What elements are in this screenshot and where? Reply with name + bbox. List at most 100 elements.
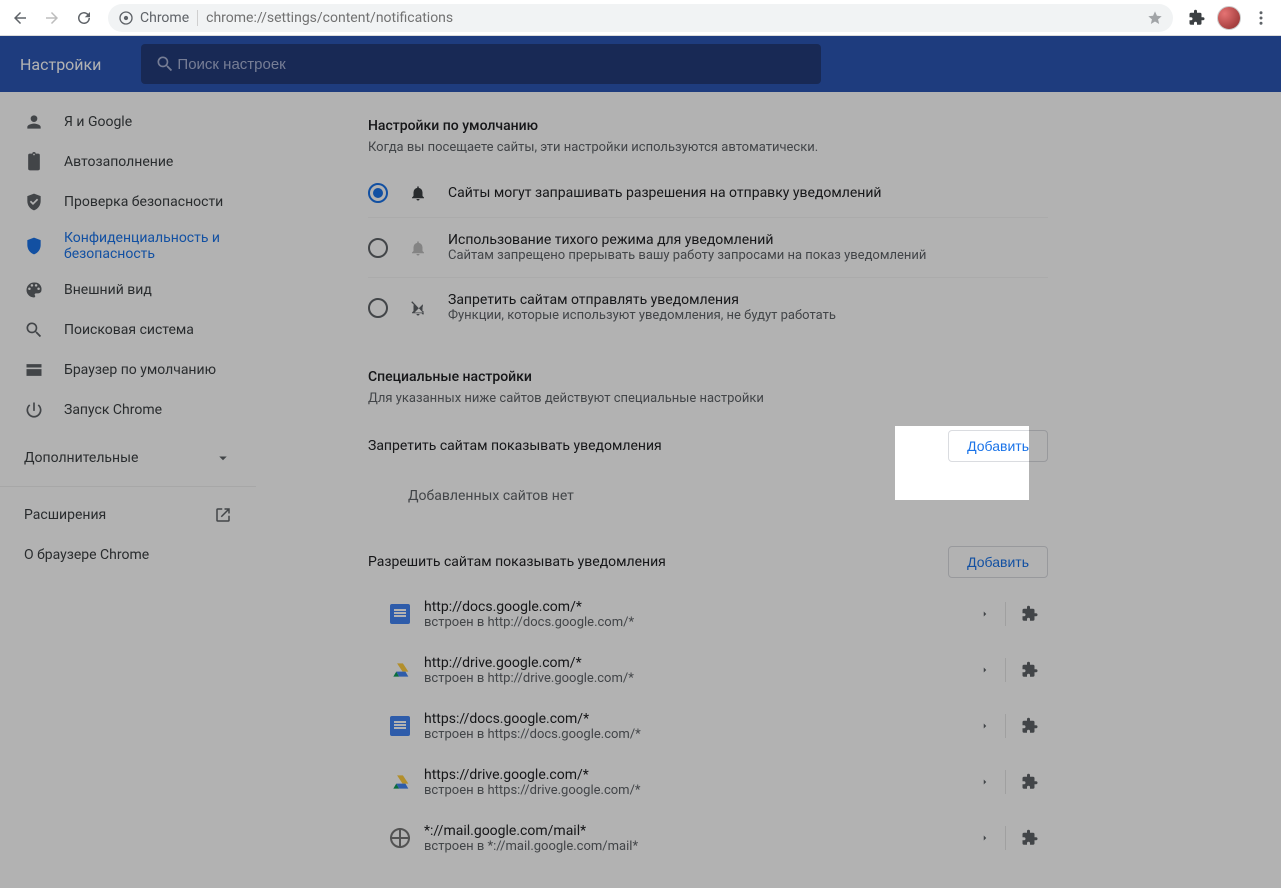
sidebar-extensions-label: Расширения [24, 507, 106, 523]
search-icon [155, 54, 175, 74]
search-icon [24, 320, 44, 340]
sidebar-item-label: Браузер по умолчанию [64, 362, 216, 378]
site-details-button[interactable] [967, 820, 1003, 856]
site-url: *://mail.google.com/mail* [424, 823, 953, 839]
drive-favicon [390, 772, 410, 792]
sidebar-item-label: Я и Google [64, 114, 132, 130]
site-row: https://docs.google.com/*встроен в https… [368, 698, 1048, 754]
radio-sublabel: Функции, которые используют уведомления,… [448, 308, 836, 323]
radio-label: Сайты могут запрашивать разрешения на от… [448, 185, 881, 201]
allow-list-header: Разрешить сайтам показывать уведомления … [368, 546, 1048, 578]
site-chip: Chrome [118, 10, 189, 26]
site-embedded: встроен в http://drive.google.com/* [424, 671, 953, 686]
sidebar-item-label: Запуск Chrome [64, 402, 162, 418]
site-extension-icon[interactable] [1012, 596, 1048, 632]
sidebar-item-appearance[interactable]: Внешний вид [0, 270, 256, 310]
sidebar-item-safety-check[interactable]: Проверка безопасности [0, 182, 256, 222]
site-row: *://mail.google.com/mail*встроен в *://m… [368, 810, 1048, 866]
sidebar-item-privacy-security[interactable]: Конфиденциальность и безопасность [0, 222, 256, 270]
settings-search[interactable] [141, 44, 821, 84]
block-list-empty: Добавленных сайтов нет [368, 470, 1048, 522]
settings-sidebar: Я и Google Автозаполнение Проверка безоп… [0, 92, 256, 888]
sidebar-extensions-link[interactable]: Расширения [0, 495, 256, 535]
sidebar-about-label: О браузере Chrome [24, 547, 149, 563]
site-extension-icon[interactable] [1012, 652, 1048, 688]
browser-toolbar: Chrome chrome://settings/content/notific… [0, 0, 1281, 36]
profile-avatar[interactable] [1215, 4, 1243, 32]
sidebar-advanced-toggle[interactable]: Дополнительные [0, 438, 256, 478]
bell-off-icon [408, 299, 428, 317]
radio-indicator [368, 238, 388, 258]
custom-section-desc: Для указанных ниже сайтов действуют спец… [368, 391, 1048, 406]
sidebar-item-label: Проверка безопасности [64, 194, 223, 210]
sidebar-separator [0, 486, 256, 487]
site-details-button[interactable] [967, 708, 1003, 744]
app-header: Настройки [0, 36, 1281, 92]
kebab-menu[interactable] [1247, 4, 1275, 32]
reload-button[interactable] [70, 4, 98, 32]
shield-check-icon [24, 192, 44, 212]
radio-quiet-mode[interactable]: Использование тихого режима для уведомле… [368, 217, 1048, 277]
separator [1005, 714, 1006, 738]
bookmark-star-icon[interactable] [1147, 10, 1163, 26]
sidebar-about-link[interactable]: О браузере Chrome [0, 535, 256, 575]
site-extension-icon[interactable] [1012, 708, 1048, 744]
radio-label: Использование тихого режима для уведомле… [448, 232, 926, 248]
settings-app: Настройки Я и Google Автозаполнение Пров… [0, 36, 1281, 888]
block-list-title: Запретить сайтам показывать уведомления [368, 438, 662, 454]
omnibox-url: chrome://settings/content/notifications [206, 10, 1139, 26]
sidebar-item-on-startup[interactable]: Запуск Chrome [0, 390, 256, 430]
settings-main: Настройки по умолчанию Когда вы посещает… [256, 92, 1281, 888]
radio-sublabel: Сайтам запрещено прерывать вашу работу з… [448, 248, 926, 263]
site-details-button[interactable] [967, 764, 1003, 800]
bell-icon [408, 184, 428, 202]
sidebar-item-label: Автозаполнение [64, 154, 173, 170]
site-url: https://drive.google.com/* [424, 767, 953, 783]
sidebar-item-search-engine[interactable]: Поисковая система [0, 310, 256, 350]
radio-indicator [368, 298, 388, 318]
sidebar-item-you-and-google[interactable]: Я и Google [0, 102, 256, 142]
sidebar-item-default-browser[interactable]: Браузер по умолчанию [0, 350, 256, 390]
radio-block-all[interactable]: Запретить сайтам отправлять уведомления … [368, 277, 1048, 337]
site-url: https://docs.google.com/* [424, 711, 953, 727]
window-icon [24, 360, 44, 380]
site-embedded: встроен в http://docs.google.com/* [424, 615, 953, 630]
site-extension-icon[interactable] [1012, 764, 1048, 800]
site-extension-icon[interactable] [1012, 820, 1048, 856]
radio-sites-can-ask[interactable]: Сайты могут запрашивать разрешения на от… [368, 169, 1048, 217]
default-section-title: Настройки по умолчанию [368, 118, 1048, 134]
site-chip-label: Chrome [140, 10, 189, 26]
chevron-down-icon [214, 449, 232, 467]
drive-favicon [390, 660, 410, 680]
site-row: http://docs.google.com/*встроен в http:/… [368, 586, 1048, 642]
sidebar-item-label: Конфиденциальность и безопасность [64, 230, 232, 262]
extensions-button[interactable] [1183, 4, 1211, 32]
site-details-button[interactable] [967, 596, 1003, 632]
omnibox[interactable]: Chrome chrome://settings/content/notific… [108, 4, 1173, 32]
chrome-icon [118, 10, 134, 26]
omnibox-separator [197, 10, 198, 26]
bell-quiet-icon [408, 239, 428, 257]
forward-button[interactable] [38, 4, 66, 32]
allow-add-button[interactable]: Добавить [948, 546, 1048, 578]
allow-list-title: Разрешить сайтам показывать уведомления [368, 554, 666, 570]
sidebar-item-autofill[interactable]: Автозаполнение [0, 142, 256, 182]
back-button[interactable] [6, 4, 34, 32]
site-row: https://drive.google.com/*встроен в http… [368, 754, 1048, 810]
power-icon [24, 400, 44, 420]
clipboard-icon [24, 152, 44, 172]
site-row: http://drive.google.com/*встроен в http:… [368, 642, 1048, 698]
custom-section-title: Специальные настройки [368, 369, 1048, 385]
settings-search-input[interactable] [175, 55, 807, 74]
site-details-button[interactable] [967, 652, 1003, 688]
person-icon [24, 112, 44, 132]
separator [1005, 658, 1006, 682]
shield-icon [24, 236, 44, 256]
radio-indicator [368, 183, 388, 203]
block-add-button[interactable]: Добавить [948, 430, 1048, 462]
docs-favicon [390, 716, 410, 736]
site-embedded: встроен в https://drive.google.com/* [424, 783, 953, 798]
site-url: http://drive.google.com/* [424, 655, 953, 671]
separator [1005, 826, 1006, 850]
open-in-new-icon [214, 506, 232, 524]
